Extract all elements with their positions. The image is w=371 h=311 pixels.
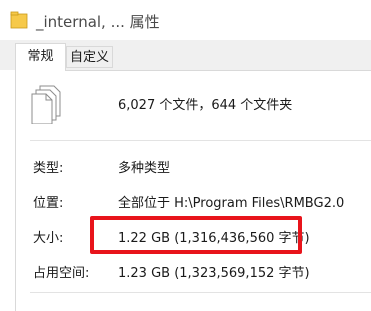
folder-icon	[10, 11, 28, 29]
type-value: 多种类型	[118, 161, 171, 176]
window-title: _internal, ... 属性	[36, 13, 160, 31]
size-highlight-box	[90, 216, 302, 254]
location-value: 全部位于 H:\Program Files\RMBG2.0	[118, 196, 345, 211]
title-bar: _internal, ... 属性	[0, 0, 371, 40]
size-on-disk-label: 占用空间:	[33, 266, 90, 281]
location-label: 位置:	[33, 196, 64, 211]
divider	[30, 140, 371, 141]
file-count-summary: 6,027 个文件，644 个文件夹	[118, 98, 293, 113]
type-label: 类型:	[33, 161, 64, 176]
divider	[30, 292, 371, 293]
multiple-documents-icon	[31, 85, 61, 124]
tab-general[interactable]: 常规	[15, 43, 66, 71]
size-label: 大小:	[33, 231, 64, 246]
tab-custom[interactable]: 自定义	[66, 46, 113, 68]
size-on-disk-value: 1.23 GB (1,323,569,152 字节)	[118, 266, 310, 281]
